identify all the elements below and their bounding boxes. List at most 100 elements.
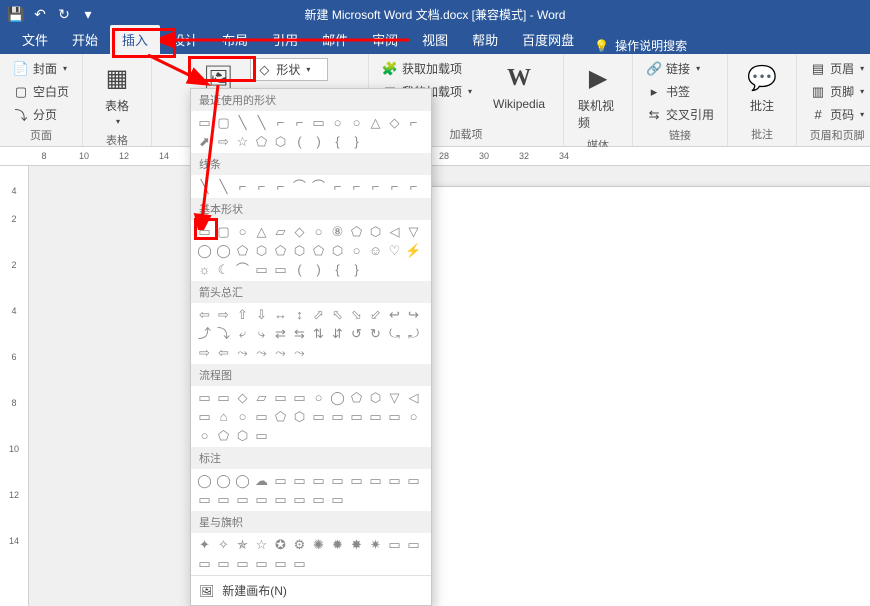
shape-item[interactable]: ⇧ (233, 305, 252, 324)
shape-item[interactable]: ⬂ (347, 305, 366, 324)
shape-item[interactable]: ▭ (271, 388, 290, 407)
shape-item[interactable]: ↻ (366, 324, 385, 343)
shape-item[interactable]: ▭ (233, 554, 252, 573)
shape-item[interactable]: ☾ (214, 260, 233, 279)
shape-item[interactable]: ⬡ (271, 132, 290, 151)
shape-item[interactable]: ▭ (214, 554, 233, 573)
shape-item[interactable]: ▭ (328, 471, 347, 490)
shape-item[interactable]: ⌐ (290, 113, 309, 132)
blank-page-button[interactable]: ▢空白页 (8, 81, 74, 102)
header-button[interactable]: ▤页眉▾ (805, 58, 869, 79)
pagenumber-button[interactable]: #页码▾ (805, 104, 869, 125)
shape-item[interactable]: ⌐ (271, 113, 290, 132)
shape-item[interactable]: ○ (309, 388, 328, 407)
bookmark-button[interactable]: ▸书签 (641, 81, 719, 102)
shape-item[interactable]: ⇨ (214, 132, 233, 151)
save-icon[interactable]: 💾 (6, 4, 26, 24)
shape-item[interactable]: ✪ (271, 535, 290, 554)
shape-item[interactable]: ▢ (214, 222, 233, 241)
shape-item[interactable]: ⤳ (233, 343, 252, 362)
shape-item[interactable]: ☆ (233, 132, 252, 151)
shapes-new-canvas[interactable]: 🖼 新建画布(N) (191, 575, 431, 605)
shape-item[interactable]: ╲ (214, 177, 233, 196)
shape-item[interactable]: ▭ (252, 407, 271, 426)
shape-item[interactable]: ○ (195, 426, 214, 445)
shape-item[interactable]: ▭ (385, 407, 404, 426)
shape-item[interactable]: ⌐ (233, 177, 252, 196)
shape-item[interactable]: ▭ (271, 490, 290, 509)
shape-item[interactable]: ◇ (233, 388, 252, 407)
shape-item[interactable]: ▽ (385, 388, 404, 407)
shape-item[interactable]: ◯ (328, 388, 347, 407)
shape-item[interactable]: ⌒ (233, 260, 252, 279)
tab-mailings[interactable]: 邮件 (310, 25, 360, 54)
table-button[interactable]: ▦ 表格▾ (91, 58, 143, 130)
shape-item[interactable]: ↺ (347, 324, 366, 343)
shape-item[interactable]: ▭ (309, 113, 328, 132)
shape-item[interactable]: ⤵ (214, 324, 233, 343)
shape-item[interactable]: ✯ (233, 535, 252, 554)
qat-customize-icon[interactable]: ▾ (78, 4, 98, 24)
shape-item[interactable]: ▭ (366, 407, 385, 426)
shape-item[interactable]: ♡ (385, 241, 404, 260)
tab-home[interactable]: 开始 (60, 25, 110, 54)
shape-item[interactable]: ⤷ (252, 324, 271, 343)
shape-item[interactable]: ⌒ (309, 177, 328, 196)
shape-item[interactable]: ▭ (252, 554, 271, 573)
shape-item[interactable]: ▭ (290, 490, 309, 509)
shape-item[interactable]: ⬀ (309, 305, 328, 324)
shape-item[interactable]: ⇦ (214, 343, 233, 362)
shape-item[interactable]: ◁ (385, 222, 404, 241)
shape-item[interactable]: ⇨ (195, 343, 214, 362)
tab-insert[interactable]: 插入 (110, 25, 160, 54)
shape-item[interactable]: ✧ (214, 535, 233, 554)
shape-item[interactable]: ⬠ (347, 222, 366, 241)
shape-item[interactable]: ⤾ (404, 324, 423, 343)
shape-item[interactable]: ▭ (233, 490, 252, 509)
shape-item[interactable]: ▱ (271, 222, 290, 241)
shape-item[interactable]: ⬡ (366, 222, 385, 241)
shape-item[interactable]: ○ (328, 113, 347, 132)
link-button[interactable]: 🔗链接▾ (641, 58, 719, 79)
shape-item[interactable]: ⌐ (271, 177, 290, 196)
tab-help[interactable]: 帮助 (460, 25, 510, 54)
shape-item[interactable]: ⬁ (328, 305, 347, 324)
shape-item[interactable]: ◯ (195, 471, 214, 490)
shape-item[interactable]: ⌐ (404, 113, 423, 132)
shape-item[interactable]: ☼ (195, 260, 214, 279)
shape-item[interactable]: ⌐ (347, 177, 366, 196)
shape-item[interactable]: ⬡ (252, 241, 271, 260)
shape-item[interactable]: ⬡ (233, 426, 252, 445)
shape-item[interactable]: ▭ (347, 471, 366, 490)
shape-item[interactable]: ▭ (252, 490, 271, 509)
shape-item[interactable]: ⇅ (309, 324, 328, 343)
shape-item[interactable]: ✷ (366, 535, 385, 554)
crossref-button[interactable]: ⇆交叉引用 (641, 104, 719, 125)
shape-item[interactable]: ⤴ (195, 324, 214, 343)
shape-item[interactable]: ○ (233, 222, 252, 241)
shape-item[interactable]: ⌐ (366, 177, 385, 196)
shape-item[interactable]: ◯ (195, 241, 214, 260)
shape-item[interactable]: ✹ (328, 535, 347, 554)
shape-item[interactable]: ⌒ (290, 177, 309, 196)
shape-item[interactable]: ⬠ (347, 388, 366, 407)
shape-item[interactable]: ⌂ (214, 407, 233, 426)
shape-item[interactable]: ▭ (271, 554, 290, 573)
shape-item[interactable]: ⬡ (290, 407, 309, 426)
shape-item[interactable]: ▭ (290, 388, 309, 407)
shape-item[interactable]: ⇄ (271, 324, 290, 343)
shape-item[interactable]: ( (290, 260, 309, 279)
shape-item[interactable]: ▭ (195, 222, 214, 241)
shape-item[interactable]: ◇ (290, 222, 309, 241)
footer-button[interactable]: ▥页脚▾ (805, 81, 869, 102)
shape-item[interactable]: ⇵ (328, 324, 347, 343)
shape-item[interactable]: ⬠ (271, 407, 290, 426)
shape-item[interactable]: ⬠ (309, 241, 328, 260)
shapes-button[interactable]: ◇形状▾ (250, 58, 327, 81)
shape-item[interactable]: ✺ (309, 535, 328, 554)
shape-item[interactable]: ▭ (214, 388, 233, 407)
wikipedia-button[interactable]: W Wikipedia (483, 58, 555, 115)
shape-item[interactable]: ⌐ (385, 177, 404, 196)
shape-item[interactable]: ○ (309, 222, 328, 241)
shape-item[interactable]: ⚙ (290, 535, 309, 554)
